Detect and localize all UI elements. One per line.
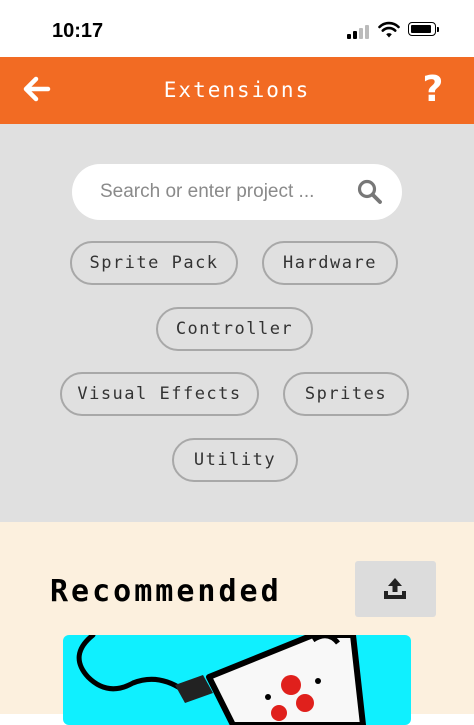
search-box	[72, 164, 402, 220]
upload-button[interactable]	[355, 561, 436, 617]
controller-illustration	[76, 635, 366, 725]
battery-icon	[408, 22, 439, 36]
search-input[interactable]	[100, 164, 340, 220]
cellular-signal-icon	[347, 23, 373, 39]
category-chip-utility[interactable]: Utility	[172, 438, 298, 482]
recommended-section: Recommended	[0, 522, 474, 725]
status-time: 10:17	[52, 20, 104, 42]
category-chip-sprite-pack[interactable]: Sprite Pack	[70, 241, 238, 285]
recommended-heading: Recommended	[50, 574, 282, 609]
back-button[interactable]	[18, 69, 58, 109]
top-app-bar: Extensions ?	[0, 57, 474, 124]
status-bar: 10:17	[0, 0, 474, 57]
wifi-icon	[378, 21, 400, 38]
category-chip-hardware[interactable]: Hardware	[262, 241, 398, 285]
help-button[interactable]: ?	[416, 69, 450, 111]
category-chip-sprites[interactable]: Sprites	[283, 372, 409, 416]
category-chip-controller[interactable]: Controller	[156, 307, 313, 351]
search-area: Sprite Pack Hardware Controller Visual E…	[0, 124, 474, 522]
category-chip-visual-effects[interactable]: Visual Effects	[60, 372, 259, 416]
page-title: Extensions	[163, 78, 311, 102]
upload-icon	[384, 578, 406, 599]
arrow-left-icon	[23, 76, 51, 102]
extension-card-thumbnail[interactable]	[63, 635, 411, 725]
search-icon[interactable]	[356, 178, 384, 206]
